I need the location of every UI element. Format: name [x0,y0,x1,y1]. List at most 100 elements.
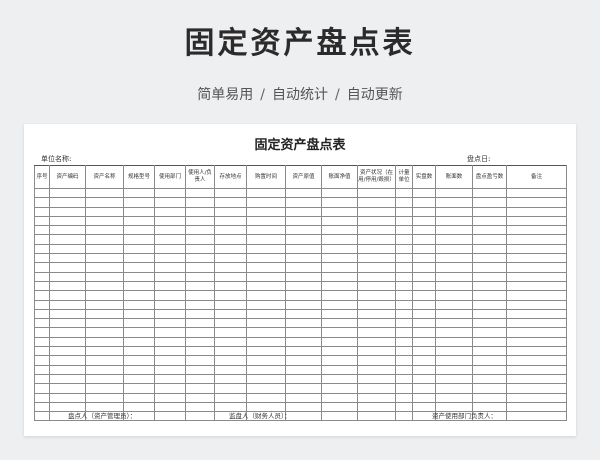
table-cell[interactable] [49,243,86,255]
table-cell[interactable] [123,187,155,199]
table-cell[interactable] [285,271,322,282]
table-cell[interactable] [85,280,124,292]
table-cell[interactable] [506,206,567,217]
table-cell[interactable] [85,355,124,366]
table-cell[interactable] [472,383,507,394]
table-cell[interactable] [395,318,413,329]
table-cell[interactable] [85,253,124,264]
table-cell[interactable] [357,243,396,255]
table-cell[interactable] [154,308,186,320]
table-cell[interactable] [123,215,155,227]
table-cell[interactable] [49,355,86,366]
table-cell[interactable] [395,308,413,320]
table-cell[interactable] [285,355,322,366]
table-cell[interactable] [246,197,286,208]
table-cell[interactable] [506,336,567,348]
table-cell[interactable] [154,197,186,208]
table-cell[interactable] [321,364,358,375]
table-cell[interactable] [185,197,215,208]
table-cell[interactable] [506,243,567,255]
table-cell[interactable] [435,299,473,310]
table-cell[interactable] [321,253,358,264]
table-cell[interactable] [472,308,507,320]
table-cell[interactable] [123,355,155,366]
table-cell[interactable] [357,271,396,282]
table-cell[interactable] [506,280,567,292]
table-cell[interactable] [85,318,124,329]
table-cell[interactable] [185,327,215,338]
table-cell[interactable] [321,373,358,385]
table-cell[interactable] [472,271,507,282]
table-cell[interactable] [123,197,155,208]
table-cell[interactable] [34,392,50,403]
table-cell[interactable] [395,346,413,357]
table-cell[interactable] [435,253,473,264]
table-cell[interactable] [185,262,215,273]
table-cell[interactable] [49,383,86,394]
table-cell[interactable] [435,355,473,366]
table-cell[interactable] [472,225,507,236]
table-cell[interactable] [214,290,247,301]
table-cell[interactable] [472,290,507,301]
table-cell[interactable] [214,271,247,282]
table-cell[interactable] [49,197,86,208]
table-cell[interactable] [154,364,186,375]
table-cell[interactable] [214,206,247,217]
table-cell[interactable] [395,327,413,338]
table-cell[interactable] [154,299,186,310]
table-cell[interactable] [154,290,186,301]
table-cell[interactable] [214,392,247,403]
table-cell[interactable] [412,373,436,385]
table-cell[interactable] [412,355,436,366]
table-cell[interactable] [154,262,186,273]
table-cell[interactable] [34,346,50,357]
table-cell[interactable] [34,364,50,375]
table-cell[interactable] [185,411,215,422]
table-cell[interactable] [154,355,186,366]
table-cell[interactable] [34,401,50,413]
table-cell[interactable] [49,373,86,385]
table-cell[interactable] [412,215,436,227]
table-cell[interactable] [85,364,124,375]
table-cell[interactable] [412,364,436,375]
table-cell[interactable] [49,299,86,310]
table-cell[interactable] [185,392,215,403]
table-cell[interactable] [185,401,215,413]
table-cell[interactable] [285,392,322,403]
table-cell[interactable] [123,392,155,403]
table-cell[interactable] [321,299,358,310]
table-cell[interactable] [123,253,155,264]
table-cell[interactable] [154,327,186,338]
table-cell[interactable] [123,364,155,375]
table-cell[interactable] [154,271,186,282]
table-cell[interactable] [34,411,50,422]
table-cell[interactable] [246,327,286,338]
table-cell[interactable] [506,197,567,208]
table-cell[interactable] [435,206,473,217]
table-cell[interactable] [357,355,396,366]
table-cell[interactable] [214,299,247,310]
table-cell[interactable] [214,187,247,199]
table-cell[interactable] [285,225,322,236]
table-cell[interactable] [357,290,396,301]
table-cell[interactable] [34,318,50,329]
table-cell[interactable] [85,299,124,310]
table-cell[interactable] [85,206,124,217]
table-cell[interactable] [357,327,396,338]
table-cell[interactable] [34,373,50,385]
table-cell[interactable] [321,346,358,357]
table-cell[interactable] [154,280,186,292]
table-cell[interactable] [412,392,436,403]
table-cell[interactable] [154,206,186,217]
table-cell[interactable] [357,299,396,310]
table-cell[interactable] [357,336,396,348]
table-cell[interactable] [435,336,473,348]
table-cell[interactable] [246,262,286,273]
table-cell[interactable] [246,234,286,245]
table-cell[interactable] [285,253,322,264]
table-cell[interactable] [472,392,507,403]
table-cell[interactable] [357,280,396,292]
table-cell[interactable] [506,290,567,301]
table-cell[interactable] [412,225,436,236]
table-cell[interactable] [472,253,507,264]
